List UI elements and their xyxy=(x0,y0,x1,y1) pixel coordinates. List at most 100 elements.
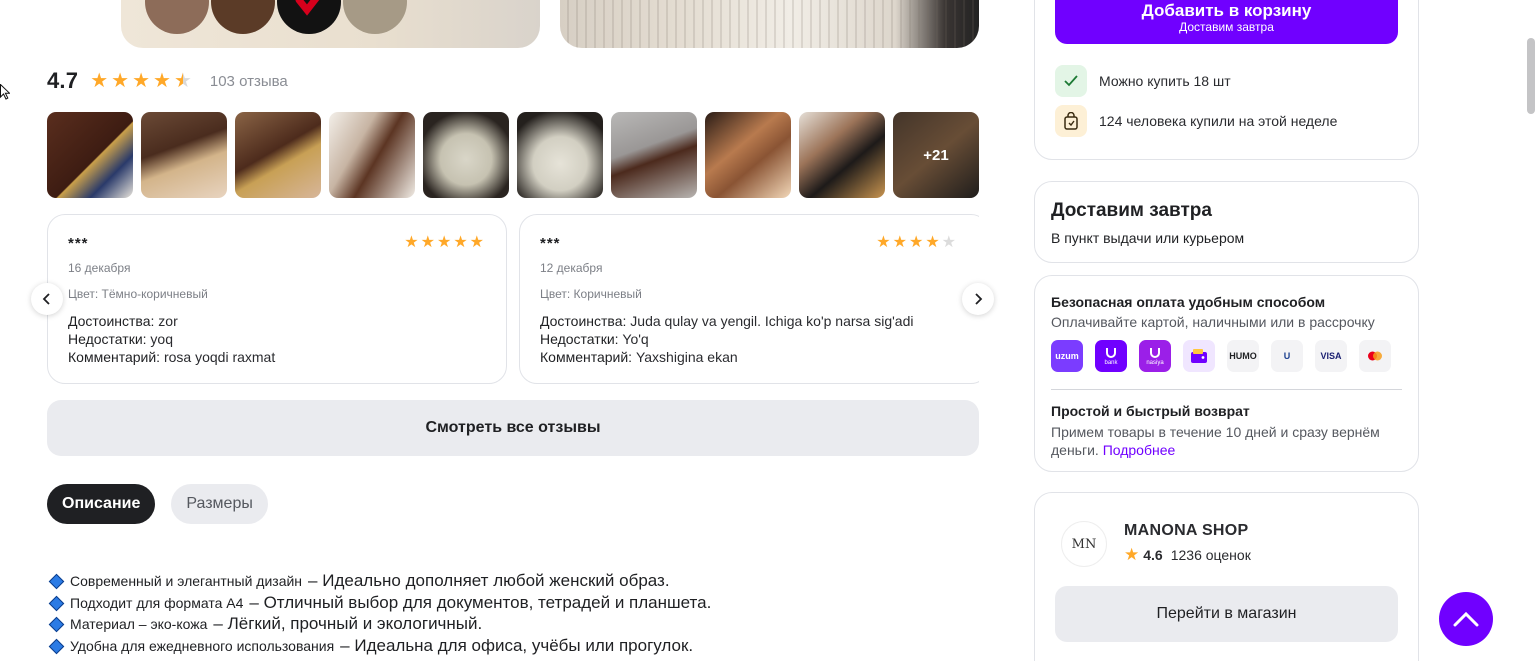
go-to-shop-button[interactable]: Перейти в магазин xyxy=(1055,586,1398,642)
divider xyxy=(1051,389,1402,390)
color-swatch-brown[interactable] xyxy=(145,0,209,34)
description-item: Материал – эко-кожа – Лёгкий, прочный и э… xyxy=(48,614,711,636)
mastercard-icon xyxy=(1359,340,1391,372)
payment-card: Безопасная оплата удобным способом Оплач… xyxy=(1034,275,1419,472)
payment-subtitle: Оплачивайте картой, наличными или в расс… xyxy=(1051,314,1375,330)
review-comment: Комментарий: Yaxshigina ekan xyxy=(540,349,738,365)
star-icon: ★ xyxy=(892,234,907,251)
selected-check-icon xyxy=(295,0,320,16)
wallet-icon xyxy=(1183,340,1215,372)
star-icon: ★ xyxy=(1124,545,1140,564)
carousel-next-button[interactable] xyxy=(962,283,994,315)
delivery-title: Доставим завтра xyxy=(1051,200,1212,221)
shop-name[interactable]: MANONA SHOP xyxy=(1124,522,1249,540)
review-color: Цвет: Тёмно-коричневый xyxy=(68,287,208,301)
mouse-cursor-icon xyxy=(0,84,10,100)
chevron-left-icon xyxy=(42,293,50,305)
tab-description[interactable]: Описание xyxy=(47,484,156,524)
half-star-icon: ★ xyxy=(173,70,192,92)
review-cons: Недостатки: Yo'q xyxy=(540,331,649,347)
visa-icon: VISA xyxy=(1315,340,1347,372)
product-photo-pleated[interactable] xyxy=(560,0,979,48)
reviews-count[interactable]: 103 отзыва xyxy=(210,73,288,90)
review-photo-thumb[interactable] xyxy=(799,112,885,198)
review-photo-thumb[interactable] xyxy=(235,112,321,198)
review-cons: Недостатки: yoq xyxy=(68,331,173,347)
chevron-right-icon xyxy=(975,293,983,305)
star-icon: ★ xyxy=(453,234,468,251)
star-icon: ★ xyxy=(925,234,940,251)
review-photo-thumb[interactable] xyxy=(329,112,415,198)
review-photo-thumb[interactable] xyxy=(705,112,791,198)
all-reviews-button[interactable]: Смотреть все отзывы xyxy=(47,400,979,456)
description-item: Современный и элегантный дизайн – Идеальн… xyxy=(48,571,711,593)
star-icon: ★ xyxy=(876,234,891,251)
delivery-subtitle: В пункт выдачи или курьером xyxy=(1051,230,1245,246)
review-stars: ★ ★ ★ ★ ★ xyxy=(876,235,956,251)
product-photo-colors[interactable] xyxy=(121,0,540,48)
blue-diamond-icon xyxy=(48,638,65,655)
delivery-card: Доставим завтра В пункт выдачи или курье… xyxy=(1034,181,1419,263)
return-more-link[interactable]: Подробнее xyxy=(1103,442,1176,458)
review-photo-thumb[interactable] xyxy=(611,112,697,198)
blue-diamond-icon xyxy=(48,595,65,612)
star-icon: ★ xyxy=(469,234,484,251)
star-icon: ★ xyxy=(908,234,924,251)
description-item: Удобна для ежедневного использования – Ид… xyxy=(48,636,711,658)
uzum-bank-icon: bank xyxy=(1095,340,1127,372)
review-date: 12 декабря xyxy=(540,261,603,275)
star-icon: ★ xyxy=(132,70,150,92)
review-photo-thumb[interactable] xyxy=(517,112,603,198)
uzcard-icon: U xyxy=(1271,340,1303,372)
buy-card: Добавить в корзину Доставим завтра Можно… xyxy=(1034,0,1419,160)
shopping-bag-icon xyxy=(1055,105,1087,137)
star-icon: ★ xyxy=(404,234,419,251)
empty-star-icon: ★ xyxy=(941,234,956,251)
return-title: Простой и быстрый возврат xyxy=(1051,403,1250,419)
humo-icon: HUMO xyxy=(1227,340,1259,372)
scroll-to-top-button[interactable] xyxy=(1439,592,1493,646)
review-photo-thumb-more[interactable]: +21 xyxy=(893,112,979,198)
review-photo-gallery: +21 xyxy=(47,112,979,198)
color-swatch-beige[interactable] xyxy=(343,0,407,34)
color-swatch-dark-brown[interactable] xyxy=(211,0,275,34)
review-photo-thumb[interactable] xyxy=(47,112,133,198)
check-icon xyxy=(1055,65,1087,97)
review-card[interactable]: *** ★ ★ ★ ★ ★ 12 декабря Цвет: Коричневы… xyxy=(519,214,989,384)
review-pros: Достоинства: zor xyxy=(68,313,178,329)
star-icon: ★ xyxy=(90,70,109,92)
review-photo-thumb[interactable] xyxy=(423,112,509,198)
blue-diamond-icon xyxy=(48,573,65,590)
stock-info: Можно купить 18 шт xyxy=(1055,65,1231,97)
star-icon: ★ xyxy=(436,234,452,251)
shop-rating: ★ 4.6 1236 оценок xyxy=(1124,545,1251,564)
review-stars: ★ ★ ★ ★ ★ xyxy=(404,235,484,251)
blue-diamond-icon xyxy=(48,616,65,633)
uzum-card-icon: uzum xyxy=(1051,340,1083,372)
payment-title: Безопасная оплата удобным способом xyxy=(1051,294,1326,310)
star-icon: ★ xyxy=(153,70,171,92)
carousel-prev-button[interactable] xyxy=(31,283,63,315)
shop-logo[interactable]: MN xyxy=(1061,521,1107,567)
add-to-cart-button[interactable]: Добавить в корзину Доставим завтра xyxy=(1055,0,1398,44)
review-photo-thumb[interactable] xyxy=(141,112,227,198)
rating-stars: ★ ★ ★ ★ ★ xyxy=(90,71,192,91)
description-item: Подходит для формата А4– Отличный выбор … xyxy=(48,593,711,615)
uzum-nasiya-icon: nasiya xyxy=(1139,340,1171,372)
review-card[interactable]: *** ★ ★ ★ ★ ★ 16 декабря Цвет: Тёмно-кор… xyxy=(47,214,507,384)
review-date: 16 декабря xyxy=(68,261,131,275)
product-description: Современный и элегантный дизайн – Идеальн… xyxy=(48,571,711,658)
star-icon: ★ xyxy=(420,234,435,251)
more-photos-count: +21 xyxy=(893,112,979,198)
review-comment: Комментарий: rosa yoqdi raxmat xyxy=(68,349,276,365)
color-swatch-black[interactable] xyxy=(277,0,341,34)
chevron-up-icon xyxy=(1453,611,1479,627)
payment-methods: uzum bank nasiya HUMO U VISA xyxy=(1051,340,1402,372)
shop-card: MN MANONA SHOP ★ 4.6 1236 оценок Перейти… xyxy=(1034,492,1419,661)
scrollbar-thumb[interactable] xyxy=(1527,38,1535,114)
tab-sizes[interactable]: Размеры xyxy=(171,484,268,524)
product-tabs: Описание Размеры xyxy=(47,484,268,524)
rating-summary: 4.7 ★ ★ ★ ★ ★ 103 отзыва xyxy=(47,68,288,94)
purchases-info: 124 человека купили на этой неделе xyxy=(1055,105,1337,137)
review-pros: Достоинства: Juda qulay va yengil. Ichig… xyxy=(540,313,914,329)
